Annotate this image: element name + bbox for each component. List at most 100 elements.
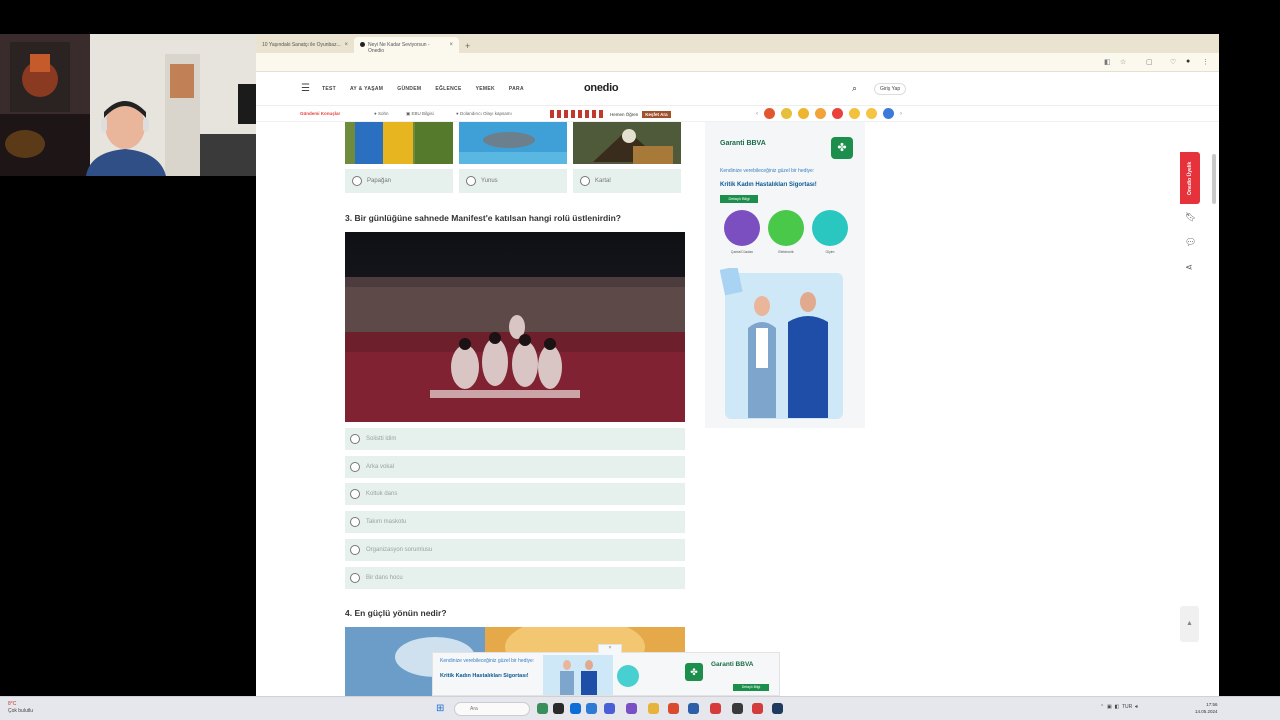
plus-icon[interactable]: +	[459, 41, 476, 53]
nav-item[interactable]: AY & YAŞAM	[350, 86, 383, 92]
emoji-icon[interactable]	[883, 108, 894, 119]
site-logo[interactable]: onedio	[584, 82, 619, 94]
clock[interactable]: 17:56 14.05.2024	[1195, 701, 1218, 715]
trend-item[interactable]: ● Dolandırıcı Olayı kapsamı	[456, 111, 512, 116]
close-icon[interactable]: ×	[344, 42, 348, 48]
radio-button[interactable]	[350, 433, 360, 444]
app-icon[interactable]	[586, 703, 597, 714]
nav-item[interactable]: EĞLENCE	[435, 86, 461, 92]
nav-item[interactable]: GÜNDEM	[397, 86, 421, 92]
quiz-column: Papağan Yunus Kartal 3. Bir günlüğüne sa…	[345, 122, 685, 696]
nav-item[interactable]: PARA	[509, 86, 524, 92]
ad-cta-button[interactable]: Detaylı Bilgi	[720, 195, 758, 203]
bottom-sticky-ad[interactable]: × Kendinize verebileceğiniz güzel bir he…	[432, 644, 780, 696]
profile-icon[interactable]: ●	[1186, 58, 1190, 65]
app-icon[interactable]	[688, 703, 699, 714]
close-icon[interactable]: ×	[449, 42, 453, 48]
share-icon[interactable]: ⋖	[1185, 262, 1193, 273]
menu-dots-icon[interactable]: ⋮	[1202, 58, 1209, 66]
radio-button[interactable]	[350, 461, 360, 472]
promo-text: Hemen Öğren	[610, 111, 639, 117]
answer-option[interactable]: Solistti ldim	[345, 427, 685, 450]
trend-label: Gündemi Konuşlar	[300, 111, 341, 116]
emoji-icon[interactable]	[849, 108, 860, 119]
answer-option[interactable]: Arka vokal	[345, 455, 685, 478]
emoji-icon[interactable]	[815, 108, 826, 119]
close-icon[interactable]: ×	[598, 644, 622, 653]
bookmark-icon[interactable]: 🔖︎	[1185, 212, 1196, 223]
folder-icon[interactable]	[648, 703, 659, 714]
trend-item[interactable]: ● Sohn	[374, 111, 388, 116]
scroll-to-top-button[interactable]: ▲	[1180, 606, 1199, 642]
grid-option[interactable]: Yunus	[459, 122, 567, 193]
star-icon[interactable]: ☆	[1120, 58, 1126, 66]
nav-item[interactable]: TEST	[322, 86, 336, 92]
emoji-icon[interactable]	[764, 108, 775, 119]
ad-circle-icon	[617, 665, 639, 687]
edge-icon[interactable]	[570, 703, 581, 714]
radio-button[interactable]	[580, 176, 590, 186]
grid-option[interactable]: Papağan	[345, 122, 453, 193]
radio-button[interactable]	[466, 176, 476, 186]
app-icon[interactable]	[710, 703, 721, 714]
browser-tab-active[interactable]: Neyi Ne Kadar Seviyorsun - Onedio ×	[354, 37, 459, 54]
promo-badge: Keşfet Ara	[642, 110, 671, 118]
app-icon[interactable]	[537, 703, 548, 714]
webcam-image	[0, 34, 256, 176]
radio-button[interactable]	[350, 544, 360, 555]
promo-strip[interactable]: Hemen Öğren Keşfet Ara	[550, 109, 680, 119]
answer-option[interactable]: Koltuk dans	[345, 483, 685, 506]
emoji-icon[interactable]	[832, 108, 843, 119]
clover-logo-icon: ✤	[685, 663, 703, 681]
login-button[interactable]: Giriş Yap	[874, 83, 907, 95]
answer-option[interactable]: Organizasyon sorumlusu	[345, 538, 685, 561]
sidebar-ad[interactable]: Garanti BBVA ✤ Kendinize verebileceğiniz…	[705, 122, 865, 428]
chevron-right-icon[interactable]: ›	[900, 111, 902, 117]
scrollbar-thumb[interactable]	[1212, 154, 1216, 204]
grid-option[interactable]: Kartal	[573, 122, 681, 193]
windows-start-icon[interactable]: ⊞	[436, 703, 444, 714]
concert-image	[345, 232, 685, 422]
chevron-left-icon[interactable]: ‹	[756, 111, 758, 117]
option-label: Solistti ldim	[366, 435, 397, 442]
taskbar-search-input[interactable]: Ara	[454, 702, 530, 716]
tab-title: 10 Yaşındaki Sanatçı ile Oyunbaz...	[262, 42, 341, 48]
search-icon[interactable]: ⌕	[852, 83, 857, 94]
emoji-reactions: ‹ ›	[756, 108, 902, 119]
weather-widget[interactable]: 8°C Çok bulutlu	[8, 701, 33, 715]
sidebar-icon[interactable]: ▢	[1146, 58, 1153, 66]
app-icon[interactable]	[553, 703, 564, 714]
answer-option[interactable]: Bir dans hocu	[345, 566, 685, 589]
emoji-icon[interactable]	[798, 108, 809, 119]
steam-icon[interactable]	[772, 703, 783, 714]
member-side-tab[interactable]: Onedio Üyelik	[1180, 152, 1200, 204]
app-icon[interactable]	[626, 703, 637, 714]
site-header: ☰ TEST AY & YAŞAM GÜNDEM EĞLENCE YEMEK P…	[256, 72, 1219, 106]
app-icon[interactable]	[732, 703, 743, 714]
radio-button[interactable]	[350, 572, 360, 583]
ad-cta-button[interactable]: Detaylı Bilgi	[733, 684, 769, 691]
radio-button[interactable]	[350, 489, 360, 500]
record-icon[interactable]	[752, 703, 763, 714]
radio-button[interactable]	[352, 176, 362, 186]
emoji-icon[interactable]	[781, 108, 792, 119]
nav-item[interactable]: YEMEK	[476, 86, 495, 92]
trend-item[interactable]: ▣ EBU Bilgisi	[406, 111, 434, 117]
app-icon[interactable]	[668, 703, 679, 714]
extension-icon[interactable]: ◧	[1104, 58, 1111, 66]
hamburger-menu-icon[interactable]: ☰	[301, 83, 310, 94]
ad-circle-label: Elektronik	[778, 250, 794, 254]
comment-icon[interactable]: 💬︎	[1185, 237, 1196, 248]
emoji-icon[interactable]	[866, 108, 877, 119]
address-bar[interactable]: ◧ ☆ ▢ ♡ ● ⋮	[256, 53, 1219, 72]
favorites-icon[interactable]: ♡	[1170, 58, 1176, 66]
main-nav: TEST AY & YAŞAM GÜNDEM EĞLENCE YEMEK PAR…	[322, 86, 524, 92]
browser-tab[interactable]: 10 Yaşındaki Sanatçı ile Oyunbaz... ×	[256, 37, 354, 53]
answer-option[interactable]: Takım maskotu	[345, 511, 685, 534]
webcam-overlay	[0, 34, 256, 176]
taskbar: 8°C Çok bulutlu ⊞ Ara ⌃ ▣ ◧ TUR 🔊︎ 17:56…	[0, 696, 1280, 720]
app-icon[interactable]	[604, 703, 615, 714]
radio-button[interactable]	[350, 517, 360, 528]
system-tray[interactable]: ⌃ ▣ ◧ TUR 🔊︎	[1100, 704, 1138, 710]
ad-headline: Kritik Kadın Hastalıkları Sigortası!	[720, 182, 817, 188]
